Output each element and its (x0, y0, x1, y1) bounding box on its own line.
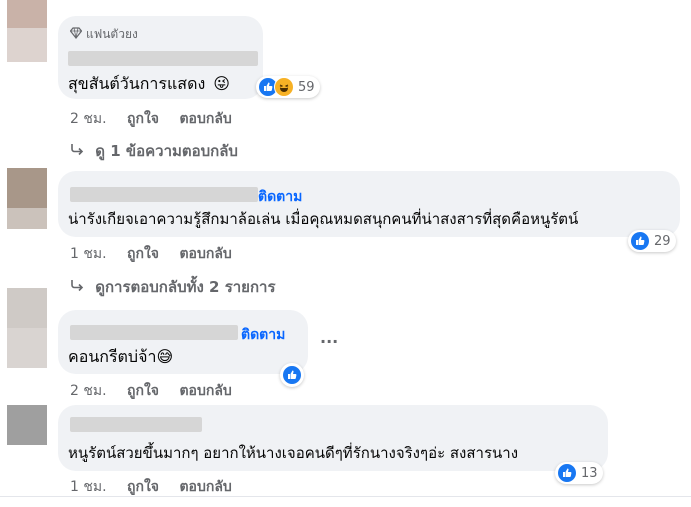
like-button[interactable]: ถูกใจ (127, 479, 159, 495)
avatar[interactable] (7, 288, 47, 328)
comment-text: หนูรัตน์สวยขึ้นมากๆ อยากให้นางเจอคนดีๆที… (68, 444, 519, 462)
author-name[interactable] (70, 417, 202, 432)
follow-button[interactable]: ติดตาม (258, 186, 302, 208)
more-options-button[interactable]: ··· (320, 332, 338, 351)
like-reaction-icon (630, 231, 650, 251)
comment-text: สุขสันต์วันการแสดง 😜 (68, 74, 230, 93)
comment-text: น่ารังเกียจเอาความรู้สึกมาล้อเล่น เมื่อค… (68, 210, 579, 228)
timestamp[interactable]: 1 ชม. (70, 479, 107, 495)
like-button[interactable]: ถูกใจ (127, 246, 159, 262)
comment-bubble: ติดตาม คอนกรีตบ่จ้า😅 (58, 310, 308, 374)
follow-button[interactable]: ติดตาม (241, 324, 285, 346)
view-replies-label: ดูการตอบกลับทั้ง 2 รายการ (95, 278, 276, 296)
sweat-smile-emoji: 😅 (156, 347, 174, 366)
reply-button[interactable]: ตอบกลับ (179, 111, 231, 127)
reaction-count: 13 (581, 465, 598, 481)
view-replies-label: ดู 1 ข้อความตอบกลับ (95, 142, 238, 160)
comment-meta: 1 ชม. ถูกใจ ตอบกลับ (70, 243, 232, 265)
like-reaction-icon (557, 463, 577, 483)
reaction-count: 59 (298, 79, 315, 95)
author-name[interactable] (70, 187, 258, 202)
view-replies-link[interactable]: ดูการตอบกลับทั้ง 2 รายการ (70, 275, 276, 299)
reaction-summary[interactable]: 29 (628, 230, 676, 252)
comment-bubble: หนูรัตน์สวยขึ้นมากๆ อยากให้นางเจอคนดีๆที… (58, 405, 608, 471)
reaction-summary[interactable] (280, 363, 304, 387)
avatar[interactable] (7, 405, 47, 445)
avatar[interactable] (7, 168, 47, 208)
reply-arrow-icon (70, 142, 89, 160)
diamond-icon (69, 27, 83, 42)
like-button[interactable]: ถูกใจ (127, 111, 159, 127)
like-button[interactable]: ถูกใจ (127, 383, 159, 399)
comment-bubble: แฟนตัวยง สุขสันต์วันการแสดง 😜 (58, 16, 263, 99)
comment-meta: 1 ชม. ถูกใจ ตอบกลับ (70, 476, 232, 498)
comment-meta: 2 ชม. ถูกใจ ตอบกลับ (70, 108, 232, 130)
comment-bubble: ติดตาม น่ารังเกียจเอาความรู้สึกมาล้อเล่น… (58, 171, 680, 237)
reaction-count: 29 (654, 233, 671, 249)
reply-button[interactable]: ตอบกลับ (179, 246, 231, 262)
reaction-summary[interactable]: 59 (256, 76, 320, 98)
like-reaction-icon (282, 365, 302, 385)
wink-emoji: 😜 (213, 74, 230, 93)
avatar[interactable] (7, 0, 47, 28)
reply-button[interactable]: ตอบกลับ (179, 383, 231, 399)
timestamp[interactable]: 2 ชม. (70, 111, 107, 127)
timestamp[interactable]: 1 ชม. (70, 246, 107, 262)
reply-button[interactable]: ตอบกลับ (179, 479, 231, 495)
view-replies-link[interactable]: ดู 1 ข้อความตอบกลับ (70, 139, 238, 163)
reaction-summary[interactable]: 13 (555, 462, 603, 484)
avatar[interactable] (7, 328, 47, 368)
haha-reaction-icon (274, 77, 294, 97)
reply-arrow-icon (70, 278, 89, 296)
fan-badge: แฟนตัวยง (69, 25, 138, 44)
comment-meta: 2 ชม. ถูกใจ ตอบกลับ (70, 380, 232, 402)
bottom-divider (0, 496, 691, 497)
avatar[interactable] (7, 28, 47, 62)
comment-text: คอนกรีตบ่จ้า😅 (68, 347, 174, 366)
timestamp[interactable]: 2 ชม. (70, 383, 107, 399)
fan-badge-label: แฟนตัวยง (86, 27, 138, 41)
avatar[interactable] (7, 208, 47, 229)
author-name[interactable] (70, 325, 238, 340)
author-name[interactable] (68, 51, 258, 66)
